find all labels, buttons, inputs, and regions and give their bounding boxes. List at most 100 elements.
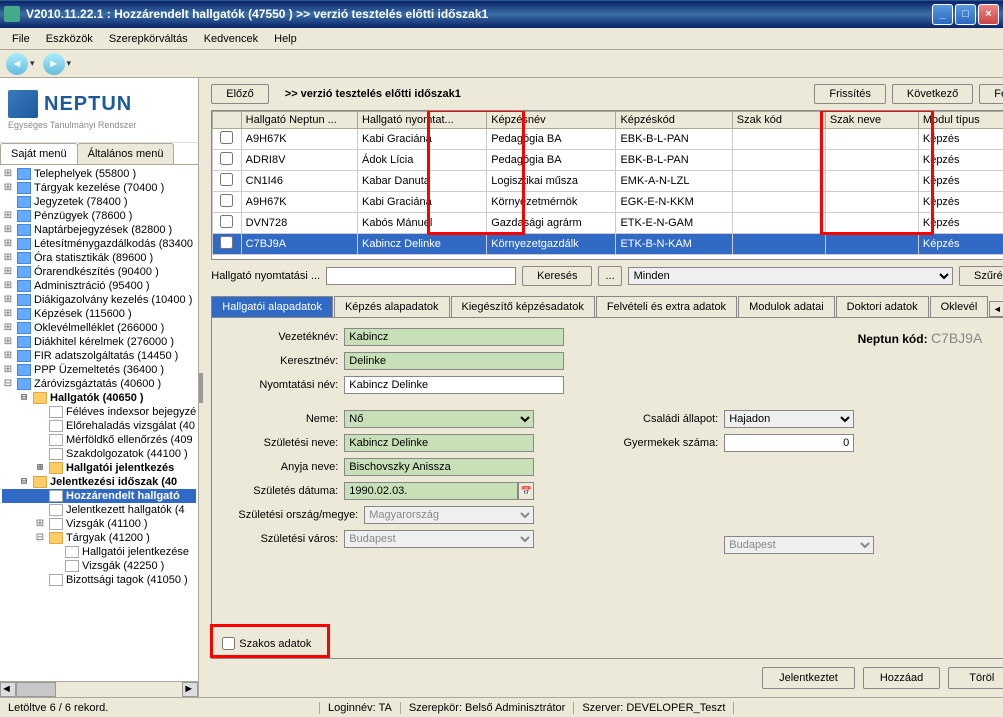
table-row[interactable]: A9H67KKabi GraciánaPedagógia BAEBK-B-L-P… bbox=[213, 129, 1003, 150]
menu-tools[interactable]: Eszközök bbox=[38, 30, 101, 48]
szakos-checkbox-group[interactable]: Szakos adatok bbox=[218, 635, 315, 652]
tree-item[interactable]: ⊟Hallgatók (40650 ) bbox=[2, 391, 196, 405]
tree-item[interactable]: ⊞PPP Üzemeltetés (36400 ) bbox=[2, 363, 196, 377]
sidebar-tab-general[interactable]: Általános menü bbox=[77, 143, 175, 164]
expand-icon[interactable]: ⊞ bbox=[2, 364, 14, 376]
maximize-button[interactable]: □ bbox=[955, 4, 976, 25]
detail-tab[interactable]: Felvételi és extra adatok bbox=[596, 296, 737, 317]
grid-header[interactable]: Modul típus bbox=[918, 112, 1003, 129]
detail-tab[interactable]: Képzés alapadatok bbox=[334, 296, 450, 317]
tree-item[interactable]: Bizottsági tagok (41050 ) bbox=[2, 573, 196, 587]
table-row[interactable]: CN1I46Kabar DanutaLogisztikai műszaEMK-A… bbox=[213, 171, 1003, 192]
tree-item[interactable]: Vizsgák (42250 ) bbox=[2, 559, 196, 573]
expand-icon[interactable]: ⊞ bbox=[2, 168, 14, 180]
grid-header[interactable]: Képzésnév bbox=[487, 112, 616, 129]
nav-forward-button[interactable]: ► bbox=[43, 53, 65, 75]
tab-scroll-left[interactable]: ◄ bbox=[989, 301, 1003, 317]
expand-icon[interactable]: ⊞ bbox=[2, 238, 14, 250]
detail-tab[interactable]: Doktori adatok bbox=[836, 296, 929, 317]
expand-icon[interactable]: ⊟ bbox=[18, 392, 30, 404]
grid-header[interactable]: Képzéskód bbox=[616, 112, 732, 129]
nav-tree[interactable]: ⊞Telephelyek (55800 )⊞Tárgyak kezelése (… bbox=[0, 165, 198, 681]
tree-item[interactable]: Jelentkezett hallgatók (4 bbox=[2, 503, 196, 517]
expand-icon[interactable]: ⊟ bbox=[34, 532, 46, 544]
tree-item[interactable]: ⊞Óra statisztikák (89600 ) bbox=[2, 251, 196, 265]
table-row[interactable]: ADRI8VÁdok LíciaPedagógia BAEBK-B-L-PANK… bbox=[213, 150, 1003, 171]
tree-item[interactable]: ⊞Képzések (115600 ) bbox=[2, 307, 196, 321]
expand-icon[interactable]: ⊟ bbox=[18, 476, 30, 488]
grid-header[interactable]: Hallgató nyomtat... bbox=[357, 112, 486, 129]
tree-item[interactable]: Jegyzetek (78400 ) bbox=[2, 195, 196, 209]
minimize-button[interactable]: _ bbox=[932, 4, 953, 25]
table-row[interactable]: C7BJ9AKabincz DelinkeKörnyezetgazdálkETK… bbox=[213, 234, 1003, 255]
menu-file[interactable]: File bbox=[4, 30, 38, 48]
neme-select[interactable]: Nő bbox=[344, 410, 534, 428]
tree-item[interactable]: ⊞Hallgatói jelentkezés bbox=[2, 461, 196, 475]
up-button[interactable]: Fel bbox=[979, 84, 1003, 104]
prev-button[interactable]: Előző bbox=[211, 84, 269, 104]
tree-item[interactable]: Szakdolgozatok (44100 ) bbox=[2, 447, 196, 461]
szulvaros-select[interactable]: Budapest bbox=[344, 530, 534, 548]
tree-item[interactable]: ⊞Naptárbejegyzések (82800 ) bbox=[2, 223, 196, 237]
tree-item[interactable]: ⊞Telephelyek (55800 ) bbox=[2, 167, 196, 181]
menu-favorites[interactable]: Kedvencek bbox=[196, 30, 266, 48]
sidebar-tab-own[interactable]: Saját menü bbox=[0, 143, 78, 164]
date-picker-icon[interactable]: 📅 bbox=[518, 482, 534, 500]
tree-item[interactable]: ⊞Létesítménygazdálkodás (83400 bbox=[2, 237, 196, 251]
menu-help[interactable]: Help bbox=[266, 30, 305, 48]
row-checkbox[interactable] bbox=[220, 236, 233, 249]
expand-icon[interactable]: ⊞ bbox=[2, 336, 14, 348]
tree-item[interactable]: ⊞Adminisztráció (95400 ) bbox=[2, 279, 196, 293]
filter-button[interactable]: Szűrés bbox=[959, 266, 1003, 286]
tree-item[interactable]: ⊟Jelentkezési időszak (40 bbox=[2, 475, 196, 489]
tree-item[interactable]: ⊟Tárgyak (41200 ) bbox=[2, 531, 196, 545]
data-grid[interactable]: Hallgató Neptun ...Hallgató nyomtat...Ké… bbox=[211, 110, 1003, 260]
expand-icon[interactable]: ⊞ bbox=[2, 294, 14, 306]
expand-icon[interactable]: ⊞ bbox=[2, 308, 14, 320]
search-more-button[interactable]: ... bbox=[598, 266, 621, 286]
tree-item[interactable]: ⊞Oklevélmelléklet (266000 ) bbox=[2, 321, 196, 335]
tree-item[interactable]: Hozzárendelt hallgató bbox=[2, 489, 196, 503]
szulorszag-select[interactable]: Magyarország bbox=[364, 506, 534, 524]
expand-icon[interactable]: ⊞ bbox=[2, 322, 14, 334]
tree-item[interactable]: ⊞Tárgyak kezelése (70400 ) bbox=[2, 181, 196, 195]
refresh-button[interactable]: Frissítés bbox=[814, 84, 886, 104]
table-row[interactable]: DVN728Kabós MánuelGazdasági agrármETK-E-… bbox=[213, 213, 1003, 234]
expand-icon[interactable]: ⊞ bbox=[34, 518, 46, 530]
tree-item[interactable]: ⊞Pénzügyek (78600 ) bbox=[2, 209, 196, 223]
expand-icon[interactable]: ⊞ bbox=[2, 350, 14, 362]
szuldat-field[interactable]: 1990.02.03. bbox=[344, 482, 518, 500]
keresztnev-field[interactable]: Delinke bbox=[344, 352, 564, 370]
close-button[interactable]: × bbox=[978, 4, 999, 25]
tree-item[interactable]: Előrehaladás vizsgálat (40 bbox=[2, 419, 196, 433]
row-checkbox[interactable] bbox=[220, 173, 233, 186]
filter-select[interactable]: Minden bbox=[628, 267, 953, 285]
szulmegye-select[interactable]: Budapest bbox=[724, 536, 874, 554]
row-checkbox[interactable] bbox=[220, 194, 233, 207]
expand-icon[interactable]: ⊞ bbox=[2, 266, 14, 278]
expand-icon[interactable]: ⊞ bbox=[2, 182, 14, 194]
row-checkbox[interactable] bbox=[220, 131, 233, 144]
nav-back-button[interactable]: ◄ bbox=[6, 53, 28, 75]
jelentkeztet-button[interactable]: Jelentkeztet bbox=[762, 667, 855, 689]
nav-forward-dropdown[interactable]: ▾ bbox=[67, 58, 72, 69]
row-checkbox[interactable] bbox=[220, 152, 233, 165]
tree-item[interactable]: ⊞Vizsgák (41100 ) bbox=[2, 517, 196, 531]
detail-tab[interactable]: Oklevél bbox=[930, 296, 989, 317]
anyja-field[interactable]: Bischovszky Anissza bbox=[344, 458, 534, 476]
grid-header[interactable]: Szak neve bbox=[825, 112, 918, 129]
tree-item[interactable]: ⊞Diákigazolvány kezelés (10400 ) bbox=[2, 293, 196, 307]
gyermek-field[interactable]: 0 bbox=[724, 434, 854, 452]
tree-item[interactable]: ⊞Diákhitel kérelmek (276000 ) bbox=[2, 335, 196, 349]
search-button[interactable]: Keresés bbox=[522, 266, 592, 286]
expand-icon[interactable]: ⊞ bbox=[34, 462, 46, 474]
row-checkbox[interactable] bbox=[220, 215, 233, 228]
expand-icon[interactable]: ⊞ bbox=[2, 280, 14, 292]
grid-header[interactable]: Szak kód bbox=[732, 112, 825, 129]
tree-item[interactable]: ⊟Záróvizsgáztatás (40600 ) bbox=[2, 377, 196, 391]
expand-icon[interactable]: ⊟ bbox=[2, 378, 14, 390]
hozzaad-button[interactable]: Hozzáad bbox=[863, 667, 940, 689]
expand-icon[interactable]: ⊞ bbox=[2, 210, 14, 222]
detail-tab[interactable]: Hallgatói alapadatok bbox=[211, 296, 333, 317]
tree-hscroll[interactable]: ◄► bbox=[0, 681, 198, 697]
